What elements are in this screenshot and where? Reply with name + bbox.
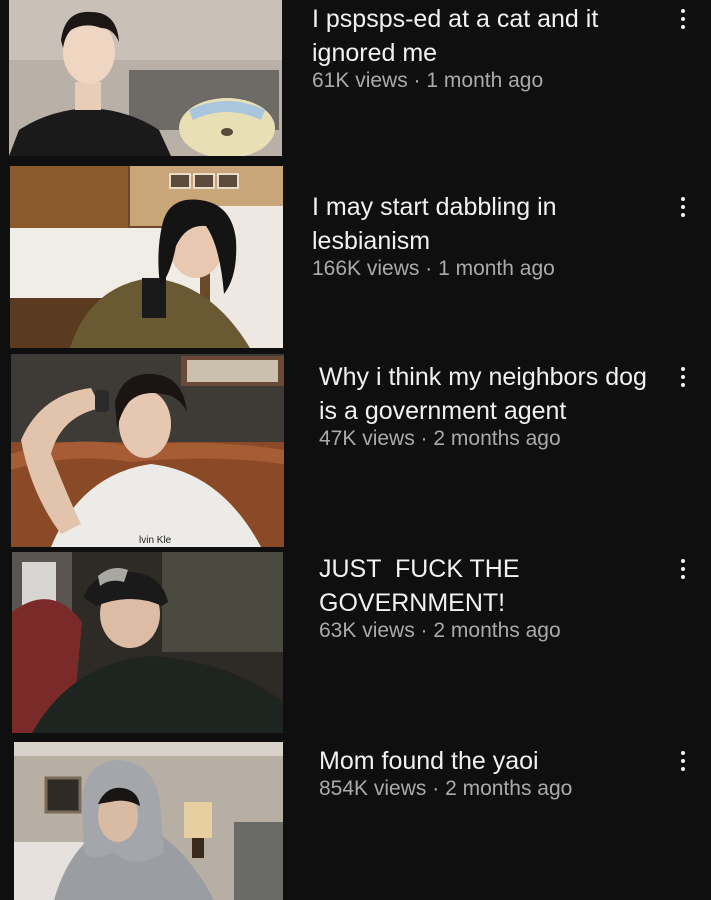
video-thumbnail[interactable] (9, 0, 282, 156)
meta-separator: · (419, 257, 439, 280)
video-meta: Why i think my neighbors dog is a govern… (319, 360, 659, 452)
video-meta: I may start dabbling in lesbianism 166K … (312, 190, 652, 282)
video-title[interactable]: Why i think my neighbors dog is a govern… (319, 360, 659, 428)
meta-separator: · (414, 619, 434, 642)
video-stats: 854K views · 2 months ago (319, 776, 659, 802)
view-count: 61K views (312, 69, 408, 92)
more-vertical-icon[interactable] (673, 190, 693, 224)
view-count: 854K views (319, 777, 427, 800)
video-title[interactable]: JUST FUCK THE GOVERNMENT! (319, 552, 659, 620)
thumbnail-image (14, 742, 283, 900)
video-stats: 63K views · 2 months ago (319, 618, 659, 644)
upload-age: 2 months ago (445, 777, 573, 800)
meta-separator: · (407, 69, 427, 92)
more-vertical-icon[interactable] (673, 2, 693, 36)
video-item[interactable]: lvin Kle Why i think my neighbors dog is… (0, 354, 711, 548)
video-thumbnail[interactable]: lvin Kle (11, 354, 284, 547)
upload-age: 1 month ago (426, 69, 544, 92)
video-meta: JUST FUCK THE GOVERNMENT! 63K views · 2 … (319, 552, 659, 644)
upload-age: 2 months ago (433, 427, 561, 450)
video-stats: 47K views · 2 months ago (319, 426, 659, 452)
more-vertical-icon[interactable] (673, 360, 693, 394)
video-item[interactable]: I pspsps-ed at a cat and it ignored me 6… (0, 0, 711, 158)
video-stats: 166K views · 1 month ago (312, 256, 652, 282)
video-title[interactable]: I pspsps-ed at a cat and it ignored me (312, 2, 652, 70)
video-meta: I pspsps-ed at a cat and it ignored me 6… (312, 2, 652, 94)
video-thumbnail[interactable] (10, 166, 283, 348)
video-item[interactable]: I may start dabbling in lesbianism 166K … (0, 166, 711, 348)
video-thumbnail[interactable] (14, 742, 283, 900)
meta-separator: · (414, 427, 434, 450)
upload-age: 2 months ago (433, 619, 561, 642)
meta-separator: · (426, 777, 446, 800)
view-count: 166K views (312, 257, 420, 280)
view-count: 63K views (319, 619, 415, 642)
thumbnail-image (10, 166, 283, 348)
video-meta: Mom found the yaoi 854K views · 2 months… (319, 744, 659, 802)
thumbnail-image (12, 552, 283, 733)
video-stats: 61K views · 1 month ago (312, 68, 652, 94)
video-item[interactable]: JUST FUCK THE GOVERNMENT! 63K views · 2 … (0, 552, 711, 734)
video-feed: I pspsps-ed at a cat and it ignored me 6… (0, 0, 711, 900)
more-vertical-icon[interactable] (673, 744, 693, 778)
video-title[interactable]: Mom found the yaoi (319, 744, 659, 778)
more-vertical-icon[interactable] (673, 552, 693, 586)
upload-age: 1 month ago (438, 257, 555, 280)
thumbnail-image (11, 354, 284, 547)
video-thumbnail[interactable] (12, 552, 283, 733)
view-count: 47K views (319, 427, 415, 450)
video-item[interactable]: Mom found the yaoi 854K views · 2 months… (0, 742, 711, 900)
thumbnail-image (9, 0, 282, 156)
thumbnail-caption: lvin Kle (139, 535, 172, 546)
video-title[interactable]: I may start dabbling in lesbianism (312, 190, 652, 258)
